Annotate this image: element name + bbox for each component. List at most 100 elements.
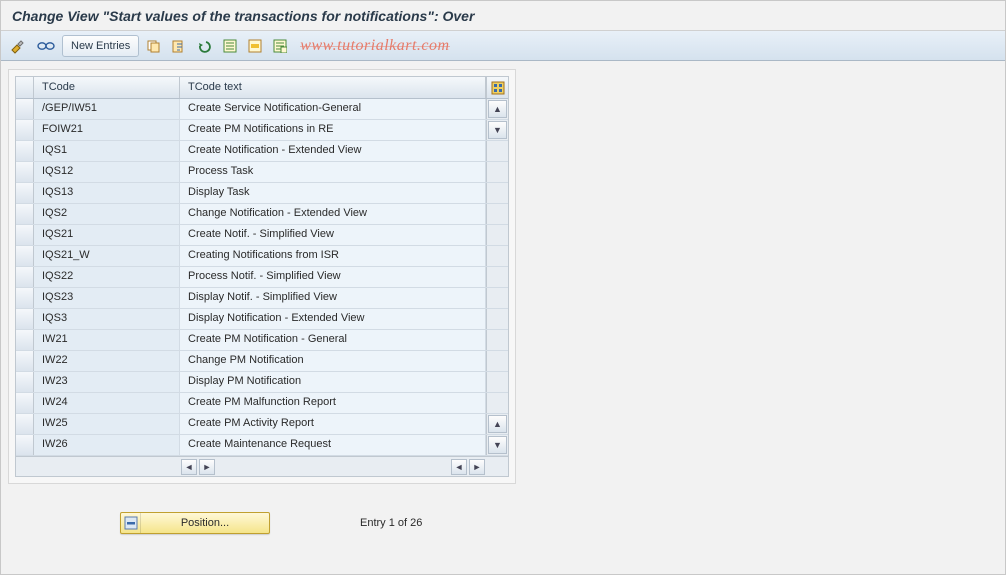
cell-tcode-text[interactable]: Create Notification - Extended View — [180, 141, 486, 161]
table-row[interactable]: IW25Create PM Activity Report▲ — [16, 414, 508, 435]
cell-tcode-text[interactable]: Process Task — [180, 162, 486, 182]
table-row[interactable]: IW23Display PM Notification — [16, 372, 508, 393]
cell-tcode-text[interactable]: Create PM Notifications in RE — [180, 120, 486, 140]
cell-tcode-text[interactable]: Create Maintenance Request — [180, 435, 486, 455]
row-selector[interactable] — [16, 435, 34, 455]
cell-tcode-text[interactable]: Change Notification - Extended View — [180, 204, 486, 224]
scroll-page-up-icon[interactable]: ▼ — [488, 121, 507, 139]
row-selector[interactable] — [16, 162, 34, 182]
table-settings-icon[interactable] — [486, 77, 508, 98]
scroll-left-end-icon[interactable]: ◄ — [451, 459, 467, 475]
table-row[interactable]: IQS23Display Notif. - Simplified View — [16, 288, 508, 309]
table-row[interactable]: IW26Create Maintenance Request▼ — [16, 435, 508, 456]
watermark-text: www.tutorialkart.com — [300, 37, 449, 55]
copy-as-icon[interactable] — [167, 35, 189, 57]
table-row[interactable]: IQS21Create Notif. - Simplified View — [16, 225, 508, 246]
cell-tcode[interactable]: IW26 — [34, 435, 180, 455]
cell-tcode[interactable]: IQS3 — [34, 309, 180, 329]
undo-icon[interactable] — [192, 35, 216, 57]
cell-tcode[interactable]: IW21 — [34, 330, 180, 350]
deselect-all-icon[interactable] — [269, 35, 291, 57]
toggle-display-change-icon[interactable] — [6, 35, 30, 57]
other-view-icon[interactable] — [33, 35, 59, 57]
row-selector[interactable] — [16, 393, 34, 413]
cell-tcode-text[interactable]: Create Service Notification-General — [180, 99, 486, 119]
cell-tcode-text[interactable]: Display Notification - Extended View — [180, 309, 486, 329]
select-all-column[interactable] — [16, 77, 34, 98]
table-row[interactable]: /GEP/IW51Create Service Notification-Gen… — [16, 99, 508, 120]
position-button[interactable]: Position... — [120, 512, 270, 534]
title-bar: Change View "Start values of the transac… — [0, 0, 1006, 31]
table-row[interactable]: IQS22Process Notif. - Simplified View — [16, 267, 508, 288]
cell-tcode-text[interactable]: Create Notif. - Simplified View — [180, 225, 486, 245]
cell-tcode-text[interactable]: Change PM Notification — [180, 351, 486, 371]
table-row[interactable]: IQS12Process Task — [16, 162, 508, 183]
application-toolbar: New Entries www.tutorialkart.com — [0, 31, 1006, 61]
row-selector[interactable] — [16, 141, 34, 161]
cell-tcode[interactable]: IQS1 — [34, 141, 180, 161]
select-all-icon[interactable] — [219, 35, 241, 57]
column-header-tcode[interactable]: TCode — [34, 77, 180, 98]
cell-tcode[interactable]: IQS12 — [34, 162, 180, 182]
table-row[interactable]: IQS1Create Notification - Extended View — [16, 141, 508, 162]
table-row[interactable]: FOIW21Create PM Notifications in RE▼ — [16, 120, 508, 141]
cell-tcode[interactable]: IQS13 — [34, 183, 180, 203]
content-panel: TCode TCode text /GEP/IW51Create Service… — [8, 69, 516, 484]
scroll-left-icon[interactable]: ◄ — [181, 459, 197, 475]
row-selector[interactable] — [16, 351, 34, 371]
row-selector[interactable] — [16, 288, 34, 308]
scroll-up-icon[interactable]: ▲ — [488, 100, 507, 118]
cell-tcode-text[interactable]: Display PM Notification — [180, 372, 486, 392]
row-selector[interactable] — [16, 267, 34, 287]
scroll-right-end-icon[interactable]: ► — [469, 459, 485, 475]
row-selector[interactable] — [16, 183, 34, 203]
cell-tcode[interactable]: IQS22 — [34, 267, 180, 287]
cell-tcode[interactable]: IW23 — [34, 372, 180, 392]
row-selector[interactable] — [16, 246, 34, 266]
entry-count-label: Entry 1 of 26 — [360, 517, 422, 529]
cell-tcode[interactable]: IQS23 — [34, 288, 180, 308]
cell-tcode[interactable]: IW25 — [34, 414, 180, 434]
table-row[interactable]: IW21Create PM Notification - General — [16, 330, 508, 351]
cell-tcode[interactable]: IQS2 — [34, 204, 180, 224]
row-selector[interactable] — [16, 372, 34, 392]
copy-icon[interactable] — [142, 35, 164, 57]
table-row[interactable]: IQS3Display Notification - Extended View — [16, 309, 508, 330]
cell-tcode-text[interactable]: Process Notif. - Simplified View — [180, 267, 486, 287]
horizontal-scrollbar[interactable]: ◄ ► ◄ ► — [16, 456, 508, 476]
cell-tcode[interactable]: IW24 — [34, 393, 180, 413]
table-row[interactable]: IQS13Display Task — [16, 183, 508, 204]
cell-tcode-text[interactable]: Display Notif. - Simplified View — [180, 288, 486, 308]
row-selector[interactable] — [16, 225, 34, 245]
table-position-icon — [121, 513, 141, 533]
cell-tcode-text[interactable]: Create PM Malfunction Report — [180, 393, 486, 413]
cell-tcode[interactable]: /GEP/IW51 — [34, 99, 180, 119]
select-block-icon[interactable] — [244, 35, 266, 57]
row-selector[interactable] — [16, 120, 34, 140]
cell-tcode-text[interactable]: Create PM Notification - General — [180, 330, 486, 350]
row-selector[interactable] — [16, 204, 34, 224]
cell-tcode[interactable]: FOIW21 — [34, 120, 180, 140]
cell-tcode-text[interactable]: Create PM Activity Report — [180, 414, 486, 434]
table-row[interactable]: IW22Change PM Notification — [16, 351, 508, 372]
position-button-label: Position... — [141, 517, 269, 529]
cell-tcode[interactable]: IQS21 — [34, 225, 180, 245]
footer-area: Position... Entry 1 of 26 — [0, 512, 1006, 534]
cell-tcode[interactable]: IQS21_W — [34, 246, 180, 266]
column-header-text[interactable]: TCode text — [180, 77, 486, 98]
row-selector[interactable] — [16, 330, 34, 350]
new-entries-button[interactable]: New Entries — [62, 35, 139, 57]
table-row[interactable]: IW24Create PM Malfunction Report — [16, 393, 508, 414]
cell-tcode-text[interactable]: Creating Notifications from ISR — [180, 246, 486, 266]
cell-tcode[interactable]: IW22 — [34, 351, 180, 371]
table-body: /GEP/IW51Create Service Notification-Gen… — [16, 99, 508, 456]
scroll-down-icon[interactable]: ▼ — [488, 436, 507, 454]
cell-tcode-text[interactable]: Display Task — [180, 183, 486, 203]
table-row[interactable]: IQS21_WCreating Notifications from ISR — [16, 246, 508, 267]
scroll-right-icon[interactable]: ► — [199, 459, 215, 475]
row-selector[interactable] — [16, 414, 34, 434]
row-selector[interactable] — [16, 309, 34, 329]
table-row[interactable]: IQS2Change Notification - Extended View — [16, 204, 508, 225]
row-selector[interactable] — [16, 99, 34, 119]
scroll-page-down-icon[interactable]: ▲ — [488, 415, 507, 433]
